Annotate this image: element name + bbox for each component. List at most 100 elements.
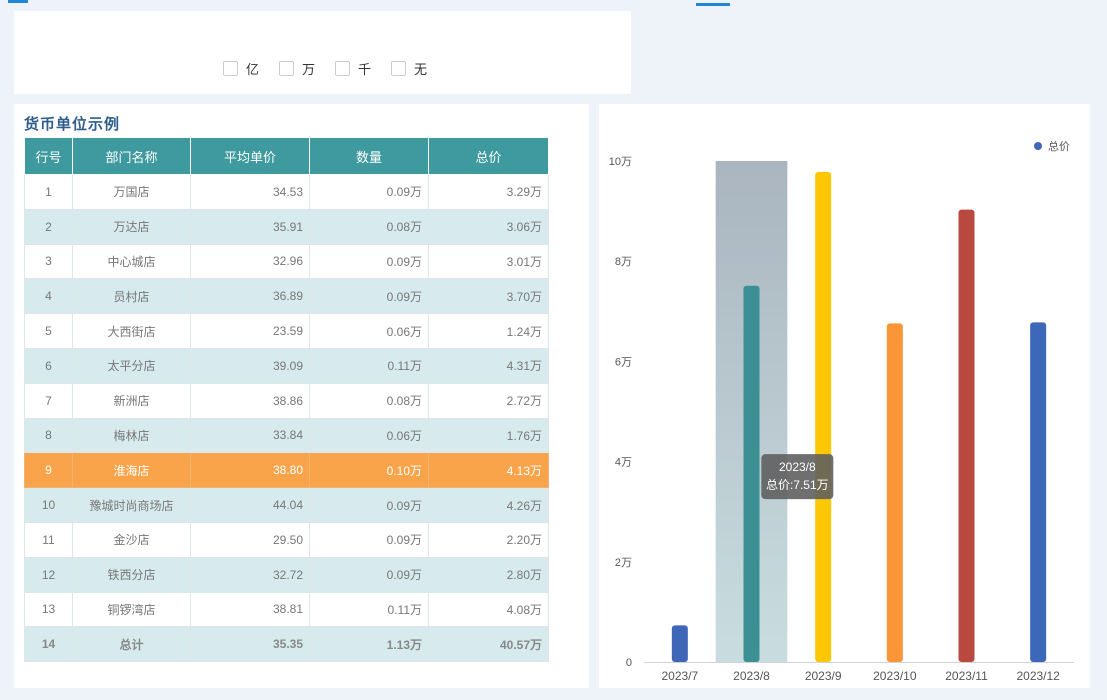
- checkbox[interactable]: [223, 61, 238, 76]
- bar[interactable]: [958, 209, 975, 663]
- cell-avg-price: 38.80: [190, 452, 310, 489]
- cell-quantity: 0.09万: [309, 487, 429, 523]
- bar[interactable]: [743, 285, 760, 662]
- unit-label: 千: [358, 62, 372, 77]
- table-row[interactable]: 11 金沙店 29.50 0.09万 2.20万: [24, 521, 549, 558]
- cell-total: 3.06万: [428, 208, 549, 245]
- table-row[interactable]: 4 员村店 36.89 0.09万 3.70万: [24, 278, 549, 315]
- cell-quantity: 0.09万: [309, 278, 429, 315]
- col-header-quantity[interactable]: 数量: [309, 137, 429, 175]
- cell-dept: 万国店: [72, 174, 191, 210]
- x-tick-label: 2023/8: [733, 669, 770, 683]
- cell-quantity: 0.09万: [309, 556, 429, 593]
- table-row[interactable]: 5 大西街店 23.59 0.06万 1.24万: [24, 313, 549, 349]
- col-header-dept[interactable]: 部门名称: [72, 137, 191, 175]
- table-row[interactable]: 12 铁西分店 32.72 0.09万 2.80万: [24, 556, 549, 593]
- table-total-row: 14 总计 35.35 1.13万 40.57万: [24, 626, 549, 663]
- cell-avg-price: 32.72: [190, 556, 310, 593]
- cell-total: 3.70万: [428, 278, 549, 315]
- bar[interactable]: [1030, 322, 1047, 662]
- cell-quantity: 0.09万: [309, 243, 429, 280]
- unit-option-yi[interactable]: 亿: [223, 59, 259, 78]
- cell-dept: 新洲店: [72, 382, 191, 419]
- unit-option-qian[interactable]: 千: [335, 59, 371, 78]
- table-row[interactable]: 10 豫城时尚商场店 44.04 0.09万 4.26万: [24, 487, 549, 523]
- cell-quantity: 0.06万: [309, 313, 429, 349]
- cell-row-no: 3: [24, 243, 73, 280]
- table-row[interactable]: 1 万国店 34.53 0.09万 3.29万: [24, 174, 549, 210]
- cell-row-no: 9: [24, 452, 73, 489]
- cell-quantity: 0.11万: [309, 591, 429, 628]
- col-header-row-no[interactable]: 行号: [24, 137, 73, 175]
- table-panel: 货币单位示例 行号 部门名称 平均单价 数量 总价 1 万国店 34.53 0.09万…: [14, 104, 589, 688]
- bar[interactable]: [815, 172, 832, 662]
- cell-total: 2.72万: [428, 382, 549, 419]
- table-header-row: 行号 部门名称 平均单价 数量 总价: [24, 137, 549, 175]
- cell-avg-price: 32.96: [190, 243, 310, 280]
- cell-dept: 金沙店: [72, 521, 191, 558]
- cell-quantity: 0.08万: [309, 382, 429, 419]
- cell-total: 2.80万: [428, 556, 549, 593]
- tooltip-title: 2023/8: [779, 460, 816, 474]
- cell-total: 4.31万: [428, 347, 549, 384]
- legend-marker: [1034, 142, 1042, 150]
- cell-row-no: 14: [24, 626, 73, 663]
- cell-row-no: 12: [24, 556, 73, 593]
- bar[interactable]: [671, 625, 688, 662]
- cell-dept: 梅林店: [72, 417, 191, 454]
- tooltip-text: 总价:7.51万: [766, 478, 829, 492]
- top-accent-mid: [696, 3, 730, 6]
- cell-avg-price: 38.86: [190, 382, 310, 419]
- cell-avg-price: 38.81: [190, 591, 310, 628]
- cell-total: 4.26万: [428, 487, 549, 523]
- y-tick-label: 6万: [615, 356, 632, 368]
- cell-dept: 铜锣湾店: [72, 591, 191, 628]
- x-tick-label: 2023/10: [873, 669, 917, 683]
- cell-dept: 豫城时尚商场店: [72, 487, 191, 523]
- cell-quantity: 0.09万: [309, 521, 429, 558]
- cell-row-no: 2: [24, 208, 73, 245]
- x-tick-label: 2023/9: [805, 669, 842, 683]
- cell-dept: 淮海店: [72, 452, 191, 489]
- unit-option-wan[interactable]: 万: [279, 59, 315, 78]
- y-tick-label: 10万: [609, 156, 632, 168]
- table-row[interactable]: 7 新洲店 38.86 0.08万 2.72万: [24, 382, 549, 419]
- cell-total: 4.13万: [428, 452, 549, 489]
- unit-selector-panel: 亿 万 千 无: [14, 11, 631, 94]
- table-row[interactable]: 13 铜锣湾店 38.81 0.11万 4.08万: [24, 591, 549, 628]
- table-row[interactable]: 8 梅林店 33.84 0.06万 1.76万: [24, 417, 549, 454]
- table-row[interactable]: 2 万达店 35.91 0.08万 3.06万: [24, 208, 549, 245]
- cell-avg-price: 29.50: [190, 521, 310, 558]
- unit-option-none[interactable]: 无: [391, 59, 427, 78]
- cell-row-no: 13: [24, 591, 73, 628]
- bar[interactable]: [886, 323, 903, 662]
- table-row[interactable]: 3 中心城店 32.96 0.09万 3.01万: [24, 243, 549, 280]
- x-tick-label: 2023/12: [1016, 669, 1060, 683]
- cell-total: 4.08万: [428, 591, 549, 628]
- table-row[interactable]: 6 太平分店 39.09 0.11万 4.31万: [24, 347, 549, 384]
- cell-row-no: 10: [24, 487, 73, 523]
- y-tick-label: 0: [626, 657, 632, 669]
- cell-avg-price: 44.04: [190, 487, 310, 523]
- cell-total: 1.24万: [428, 313, 549, 349]
- cell-row-no: 7: [24, 382, 73, 419]
- table-row[interactable]: 9 淮海店 38.80 0.10万 4.13万: [24, 452, 549, 489]
- cell-quantity: 0.11万: [309, 347, 429, 384]
- x-tick-label: 2023/11: [945, 669, 988, 683]
- cell-quantity: 0.10万: [309, 452, 429, 489]
- cell-row-no: 1: [24, 174, 73, 210]
- checkbox[interactable]: [391, 61, 407, 76]
- checkbox[interactable]: [279, 61, 295, 76]
- chart-panel: 0 2万 4万 6万 8万 10万 2023/7 2023/8 2023/9 2023/10 202…: [599, 104, 1090, 688]
- col-header-avg-price[interactable]: 平均单价: [190, 137, 310, 175]
- checkbox[interactable]: [335, 61, 351, 76]
- bar-chart: 0 2万 4万 6万 8万 10万 2023/7 2023/8 2023/9 2023/10 202…: [609, 139, 1074, 683]
- cell-row-no: 5: [24, 313, 73, 349]
- cell-avg-price: 23.59: [190, 313, 310, 349]
- cell-dept: 大西街店: [72, 313, 191, 349]
- legend-label: 总价: [1048, 139, 1070, 153]
- cell-row-no: 11: [24, 521, 73, 558]
- col-header-total[interactable]: 总价: [428, 137, 549, 175]
- unit-checkbox-group: 亿 万 千 无: [223, 59, 447, 78]
- cell-dept: 太平分店: [72, 347, 191, 384]
